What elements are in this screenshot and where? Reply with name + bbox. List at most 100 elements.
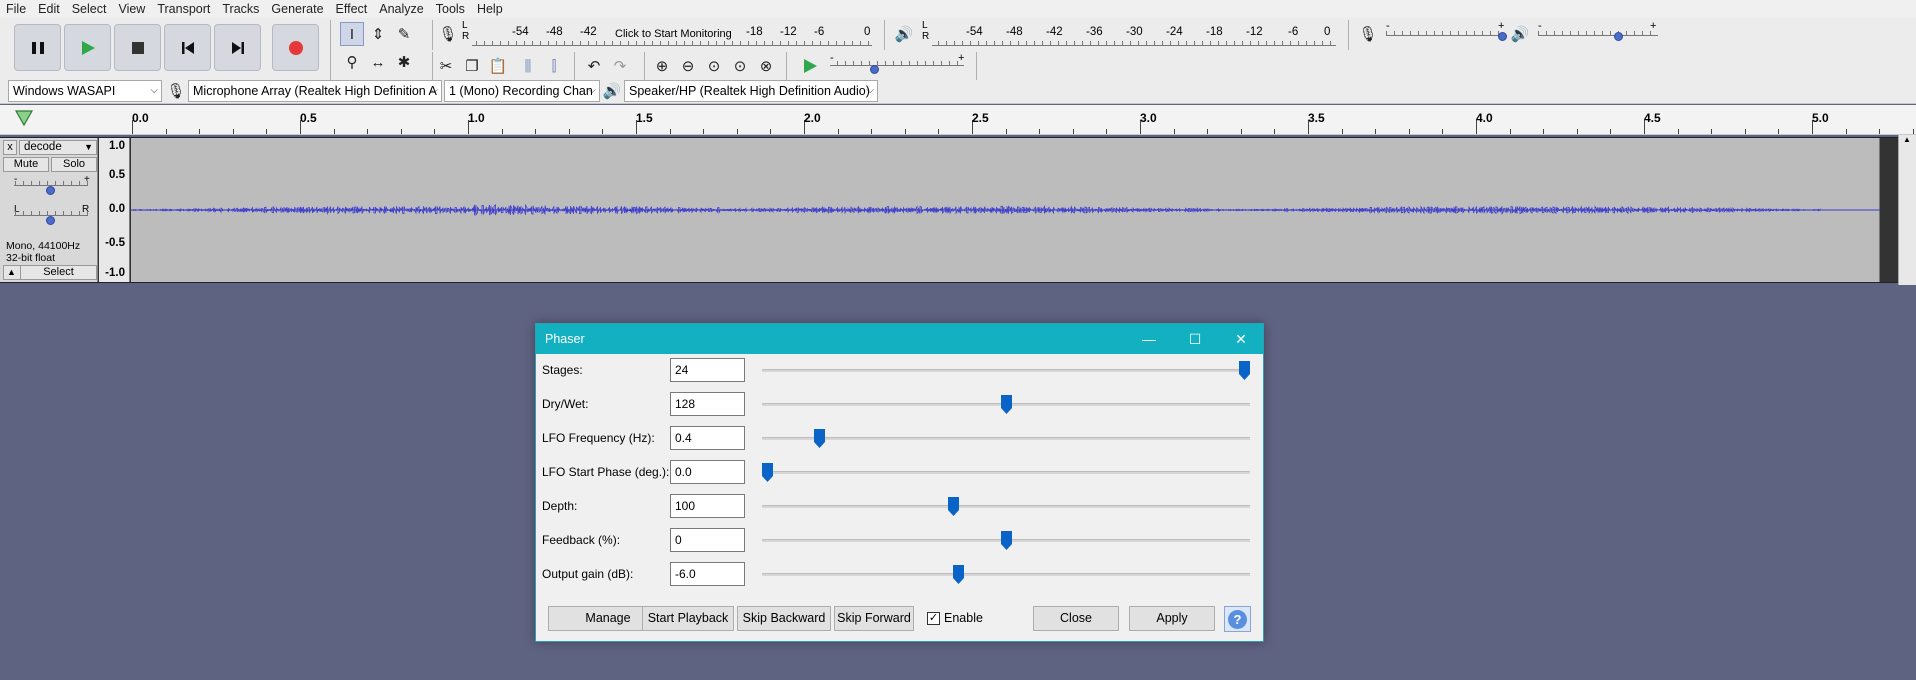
- play-button[interactable]: [64, 24, 111, 71]
- mute-button[interactable]: Mute: [3, 157, 49, 172]
- minimize-icon: —: [1142, 331, 1156, 347]
- track-info-format: 32-bit float: [6, 252, 56, 264]
- envelope-tool-icon[interactable]: ⇕: [366, 22, 390, 46]
- menu-file[interactable]: File: [0, 2, 32, 16]
- toolbar-area: I ⇕ ✎ ⚲ ↔ ✱ 🎙 L R -54 -48 -42 Click to S…: [0, 18, 1916, 104]
- menu-tracks[interactable]: Tracks: [216, 2, 265, 16]
- param-input[interactable]: [670, 392, 745, 416]
- param-slider[interactable]: [762, 437, 1250, 440]
- slider-thumb[interactable]: [1000, 395, 1012, 414]
- slider-thumb[interactable]: [948, 497, 960, 516]
- param-input[interactable]: [670, 426, 745, 450]
- param-input[interactable]: [670, 562, 745, 586]
- channels-select[interactable]: 1 (Mono) Recording Chan ⌵: [444, 80, 600, 102]
- playback-volume-slider[interactable]: - +: [1538, 20, 1658, 44]
- dialog-title-bar[interactable]: Phaser — ☐ ✕: [536, 324, 1263, 354]
- param-label: Stages:: [542, 363, 583, 377]
- start-playback-button[interactable]: Start Playback: [642, 606, 734, 631]
- dialog-title: Phaser: [545, 332, 585, 346]
- gain-slider[interactable]: - +: [6, 174, 92, 196]
- param-slider[interactable]: [762, 505, 1250, 508]
- amplitude-label: 0.0: [109, 203, 125, 215]
- pan-slider[interactable]: L R: [6, 204, 92, 226]
- enable-checkbox[interactable]: ✓ Enable: [927, 611, 983, 625]
- draw-tool-icon[interactable]: ✎: [392, 22, 416, 46]
- track-close-button[interactable]: x: [3, 140, 17, 155]
- recording-volume-slider[interactable]: - +: [1386, 20, 1507, 44]
- menu-tools[interactable]: Tools: [430, 2, 471, 16]
- stop-button[interactable]: [114, 24, 161, 71]
- solo-button[interactable]: Solo: [51, 157, 97, 172]
- fit-selection-icon[interactable]: ⊙: [702, 54, 726, 78]
- playback-device-select[interactable]: Speaker/HP (Realtek High Definition Audi…: [624, 80, 878, 102]
- param-slider[interactable]: [762, 369, 1250, 372]
- help-button[interactable]: ?: [1224, 606, 1251, 632]
- slider-thumb[interactable]: [762, 463, 773, 482]
- menu-view[interactable]: View: [112, 2, 151, 16]
- menu-analyze[interactable]: Analyze: [373, 2, 429, 16]
- selection-tool-icon[interactable]: I: [340, 22, 364, 46]
- param-slider[interactable]: [762, 573, 1250, 576]
- track-select-button[interactable]: Select: [20, 266, 96, 279]
- zoom-out-icon[interactable]: ⊖: [676, 54, 700, 78]
- close-window-button[interactable]: ✕: [1218, 324, 1264, 354]
- collapse-track-icon[interactable]: ▲: [7, 267, 16, 277]
- param-slider[interactable]: [762, 471, 1250, 474]
- menu-edit[interactable]: Edit: [32, 2, 66, 16]
- slider-thumb[interactable]: [1000, 531, 1012, 550]
- menu-bar: File Edit Select View Transport Tracks Generat…: [0, 0, 1916, 18]
- menu-transport[interactable]: Transport: [151, 2, 216, 16]
- amplitude-label: -1.0: [105, 267, 125, 279]
- param-input[interactable]: [670, 460, 745, 484]
- param-input[interactable]: [670, 358, 745, 382]
- paste-icon[interactable]: 📋: [486, 54, 510, 78]
- waveform-area[interactable]: [130, 138, 1880, 282]
- trim-icon[interactable]: ⫼: [516, 54, 540, 78]
- menu-effect[interactable]: Effect: [330, 2, 374, 16]
- play-at-speed-slider[interactable]: - +: [828, 52, 968, 80]
- param-input[interactable]: [670, 528, 745, 552]
- record-button[interactable]: [272, 24, 319, 71]
- param-label: Dry/Wet:: [542, 397, 589, 411]
- maximize-button[interactable]: ☐: [1172, 324, 1218, 354]
- host-select[interactable]: Windows WASAPI ⌵: [8, 80, 162, 102]
- skip-backward-button[interactable]: Skip Backward: [737, 606, 831, 631]
- scroll-up-icon[interactable]: ▲: [1903, 135, 1911, 144]
- slider-thumb[interactable]: [952, 565, 964, 584]
- undo-icon[interactable]: ↶: [582, 54, 606, 78]
- minimize-button[interactable]: —: [1126, 324, 1172, 354]
- pause-button[interactable]: [14, 24, 61, 71]
- menu-help[interactable]: Help: [471, 2, 509, 16]
- track-name-menu[interactable]: decode ▼: [19, 140, 97, 155]
- param-input[interactable]: [670, 494, 745, 518]
- time-shift-tool-icon[interactable]: ↔: [366, 50, 390, 74]
- record-meter[interactable]: -54 -48 -42 Click to Start Monitoring -1…: [472, 18, 872, 46]
- zoom-tool-icon[interactable]: ⚲: [340, 50, 364, 74]
- slider-thumb[interactable]: [1239, 361, 1250, 380]
- vertical-scrollbar[interactable]: ▲: [1898, 135, 1916, 285]
- cut-icon[interactable]: ✂: [434, 54, 458, 78]
- skip-forward-button[interactable]: Skip Forward: [834, 606, 914, 631]
- multi-tool-icon[interactable]: ✱: [392, 50, 416, 74]
- skip-to-end-button[interactable]: [214, 24, 261, 71]
- zoom-toggle-icon[interactable]: ⊗: [754, 54, 778, 78]
- ruler-label: 1.5: [636, 111, 653, 125]
- play-at-speed-button[interactable]: [798, 54, 822, 78]
- silence-icon[interactable]: ⫿: [542, 54, 566, 78]
- zoom-in-icon[interactable]: ⊕: [650, 54, 674, 78]
- skip-to-start-button[interactable]: [164, 24, 211, 71]
- microphone-icon[interactable]: 🎙: [436, 22, 460, 46]
- recording-device-select[interactable]: Microphone Array (Realtek High Definitio…: [188, 80, 442, 102]
- timeline-ruler[interactable]: 0.0 0.5 1.0 1.5 2.0 2.5 3.0 3.5 4.0 4.5 5.0: [0, 105, 1916, 135]
- menu-select[interactable]: Select: [66, 2, 113, 16]
- copy-icon[interactable]: ❐: [460, 54, 484, 78]
- menu-generate[interactable]: Generate: [265, 2, 329, 16]
- timeline-options-icon[interactable]: [14, 109, 34, 127]
- slider-thumb[interactable]: [814, 429, 826, 448]
- fit-project-icon[interactable]: ⊙: [728, 54, 752, 78]
- redo-icon[interactable]: ↷: [608, 54, 632, 78]
- close-button[interactable]: Close: [1033, 606, 1119, 631]
- speaker-icon[interactable]: 🔊: [892, 22, 916, 46]
- playback-meter[interactable]: -54 -48 -42 -36 -30 -24 -18 -12 -6 0: [932, 18, 1336, 46]
- apply-button[interactable]: Apply: [1129, 606, 1215, 631]
